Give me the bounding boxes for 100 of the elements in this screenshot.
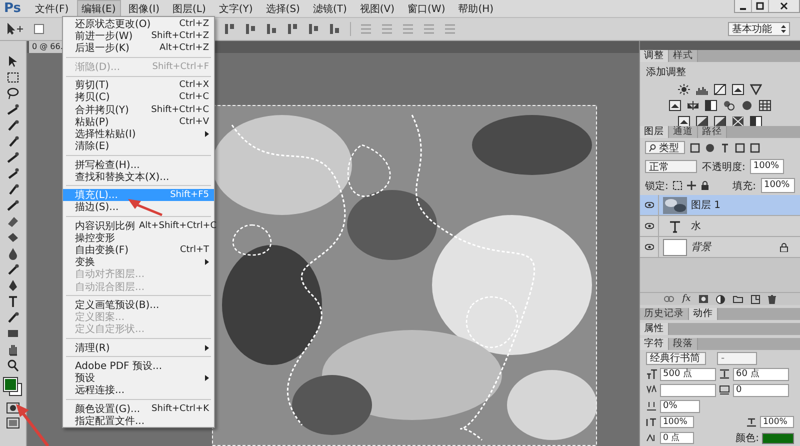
panel-tab[interactable]: 属性: [640, 323, 669, 335]
align-icon[interactable]: [308, 23, 320, 35]
fill-field[interactable]: 100%: [761, 178, 795, 193]
align-icon[interactable]: [266, 23, 278, 35]
menu-item[interactable]: 描边(S)...: [63, 201, 214, 214]
circle-icon[interactable]: [741, 100, 753, 111]
image-filter-icon[interactable]: [690, 142, 700, 152]
menu-item[interactable]: 操控变形: [63, 232, 214, 244]
layer-row[interactable]: 背景: [640, 237, 800, 258]
curve-icon[interactable]: [714, 84, 726, 95]
eraser-tool-icon[interactable]: [6, 215, 20, 228]
menu-item[interactable]: 文字(Y): [214, 0, 257, 16]
kerning-field[interactable]: [660, 384, 716, 396]
diagonal-icon[interactable]: [714, 116, 726, 127]
quick-mask-icon[interactable]: [6, 402, 20, 414]
menu-item[interactable]: 窗口(W): [404, 0, 450, 16]
drop-tool-icon[interactable]: [6, 247, 20, 260]
new-layer-icon[interactable]: [750, 294, 760, 304]
filter-dropdown[interactable]: 类型: [645, 141, 685, 154]
type-tool-icon[interactable]: [6, 295, 20, 308]
marquee-tool-icon[interactable]: [6, 71, 20, 84]
menu-item[interactable]: 自由变换(F) Ctrl+T: [63, 244, 214, 256]
eyedropper-tool-icon[interactable]: [6, 135, 20, 148]
checkbox[interactable]: [34, 24, 44, 34]
folder-icon[interactable]: [732, 295, 743, 303]
maximize-button[interactable]: [752, 0, 769, 12]
close-button[interactable]: [769, 0, 799, 12]
tsume-field[interactable]: 0%: [660, 400, 700, 412]
panel-tab[interactable]: 通道: [669, 126, 698, 138]
vertical-scale-field[interactable]: 100%: [660, 416, 694, 428]
circle-filter-icon[interactable]: [705, 142, 715, 152]
menu-item[interactable]: 查找和替换文本(X)...: [63, 170, 214, 183]
bars-icon[interactable]: [696, 84, 708, 95]
font-style-dropdown[interactable]: -: [717, 352, 757, 364]
scale-icon[interactable]: [687, 100, 699, 111]
menu-item[interactable]: 选择(S): [262, 0, 304, 16]
cross-icon[interactable]: [732, 116, 744, 127]
align-icon[interactable]: [287, 23, 299, 35]
pen-tool-icon[interactable]: [6, 279, 20, 292]
menu-item[interactable]: 粘贴(P) Ctrl+V: [63, 116, 214, 128]
half-circle-icon[interactable]: [716, 294, 725, 304]
brush-tool-icon[interactable]: [6, 167, 20, 180]
menu-item[interactable]: 清除(E): [63, 140, 214, 152]
menu-item[interactable]: Adobe PDF 预设...: [63, 360, 214, 372]
panel-tab[interactable]: 图层: [640, 126, 669, 138]
menu-item[interactable]: 编辑(E): [78, 0, 120, 16]
menu-item[interactable]: 文件(F): [31, 0, 73, 16]
menu-item[interactable]: 滤镜(T): [308, 0, 351, 16]
layer-style-button[interactable]: fx: [682, 294, 691, 304]
type-filter-icon[interactable]: [720, 142, 730, 152]
square-icon[interactable]: [678, 116, 690, 127]
menu-item[interactable]: 选择性粘贴(I): [63, 128, 214, 140]
lock-icon[interactable]: [701, 181, 710, 190]
menu-item[interactable]: 定义画笔预设(B)...: [63, 298, 214, 312]
trash-icon[interactable]: [768, 294, 776, 304]
panel-tab[interactable]: 调整: [640, 50, 669, 62]
crop-filter-icon[interactable]: [735, 142, 745, 152]
foreground-color-swatch[interactable]: [4, 378, 17, 391]
menu-item[interactable]: 图像(I): [124, 0, 164, 16]
diagonal-icon[interactable]: [696, 116, 708, 127]
menu-item[interactable]: 指定配置文件...: [63, 414, 214, 428]
square-icon[interactable]: [669, 100, 681, 111]
menu-item[interactable]: 清理(R): [63, 342, 214, 354]
square-icon[interactable]: [732, 84, 744, 95]
menu-item[interactable]: 帮助(H): [454, 0, 498, 16]
bucket-tool-icon[interactable]: [6, 231, 20, 244]
mask-icon[interactable]: [698, 295, 708, 303]
panel-tab[interactable]: 动作: [689, 308, 718, 320]
panel-tab[interactable]: 字符: [640, 338, 669, 350]
menu-item[interactable]: 远程连接...: [63, 384, 214, 397]
eye-icon[interactable]: [644, 202, 654, 208]
panel-tab[interactable]: 段落: [669, 338, 698, 350]
screen-mode-icon[interactable]: [6, 417, 20, 429]
workspace-dropdown[interactable]: 基本功能: [728, 22, 790, 36]
menu-item[interactable]: 剪切(T) Ctrl+X: [63, 79, 214, 92]
minimize-button[interactable]: [735, 0, 752, 12]
layer-row[interactable]: 图层 1: [640, 195, 800, 216]
menu-item[interactable]: 图层(L): [168, 0, 210, 16]
zoom-tool-icon[interactable]: [6, 359, 20, 372]
menu-item[interactable]: 拷贝(C) Ctrl+C: [63, 91, 214, 104]
leading-field[interactable]: 60 点: [733, 368, 789, 380]
lasso-tool-icon[interactable]: [6, 87, 20, 100]
tracking-field[interactable]: 0: [733, 384, 789, 396]
lock-position-icon[interactable]: [687, 181, 696, 190]
horizontal-scale-field[interactable]: 100%: [760, 416, 794, 428]
align-icon[interactable]: [224, 23, 236, 35]
menu-item[interactable]: 拼写检查(H)...: [63, 158, 214, 171]
eye-icon[interactable]: [644, 244, 654, 250]
menu-item[interactable]: 还原状态更改(O) Ctrl+Z: [63, 18, 214, 30]
font-dropdown[interactable]: 经典行书简: [646, 352, 706, 364]
panel-tab[interactable]: 历史记录: [640, 308, 689, 320]
layer-row[interactable]: 水: [640, 216, 800, 237]
opacity-field[interactable]: 100%: [750, 159, 784, 174]
align-icon[interactable]: [329, 23, 341, 35]
sun-icon[interactable]: [678, 84, 690, 95]
grid-icon[interactable]: [759, 100, 771, 111]
half-icon[interactable]: [705, 100, 717, 111]
lock-pixels-icon[interactable]: [673, 181, 682, 190]
menu-item[interactable]: 变换: [63, 256, 214, 268]
panel-tab[interactable]: 样式: [669, 50, 698, 62]
